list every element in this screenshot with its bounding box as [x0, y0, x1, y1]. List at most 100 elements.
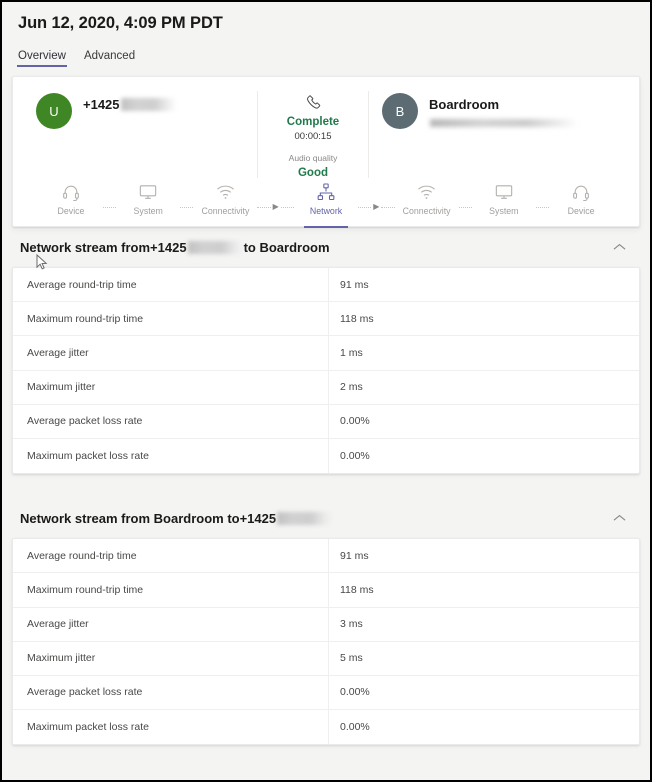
wifi-icon [416, 181, 437, 203]
headset-icon [61, 181, 81, 203]
stream-title-number: +1425 [150, 239, 187, 255]
flow-step-label: Connectivity [402, 206, 451, 216]
call-state: Complete [286, 116, 340, 128]
metric-value: 3 ms [340, 618, 363, 631]
stream-section-header[interactable]: Network stream from Boardroom to +1425 [12, 498, 640, 538]
call-summary-card: U +1425 Complete 00:00:15 Audio quality … [12, 76, 640, 228]
mouse-cursor [36, 253, 48, 276]
table-row: Average round-trip time 91 ms [13, 539, 639, 574]
metric-value: 2 ms [340, 381, 363, 394]
caller-number: +1425 [83, 97, 120, 112]
flow-arrow-icon: ▶ [373, 202, 380, 211]
flow-step-system-callee[interactable]: System [474, 181, 534, 228]
metric-label: Average round-trip time [13, 539, 329, 573]
chevron-up-icon[interactable] [613, 514, 626, 522]
table-row: Average jitter 1 ms [13, 336, 639, 371]
metric-label: Maximum round-trip time [13, 302, 329, 336]
metric-label: Maximum round-trip time [13, 573, 329, 607]
flow-step-connectivity-caller[interactable]: Connectivity [195, 181, 255, 228]
stream-metrics-table: Average round-trip time 91 ms Maximum ro… [12, 267, 640, 475]
metric-value: 0.00% [340, 686, 370, 699]
stream-title-redaction [187, 240, 244, 254]
app-window: Jun 12, 2020, 4:09 PM PDT Overview Advan… [0, 0, 652, 782]
flow-step-network[interactable]: Network [296, 181, 356, 228]
flow-step-label: Device [57, 206, 85, 216]
metric-value: 0.00% [340, 450, 370, 463]
table-row: Maximum round-trip time 118 ms [13, 302, 639, 337]
stream-title-prefix: Network stream from [20, 239, 151, 255]
metric-label: Maximum packet loss rate [13, 438, 329, 474]
stream-title-redaction [277, 511, 334, 525]
metric-label: Average jitter [13, 336, 329, 370]
flow-arrow-icon: ▶ [272, 202, 279, 211]
caller-details: +1425 [83, 91, 177, 112]
tab-advanced[interactable]: Advanced [84, 50, 135, 67]
caller-avatar: U [36, 93, 72, 129]
metric-label: Average packet loss rate [13, 675, 329, 710]
metric-label: Average packet loss rate [13, 404, 329, 438]
flow-connector [180, 207, 194, 208]
flow-connector [103, 207, 117, 208]
flow-step-connectivity-callee[interactable]: Connectivity [397, 181, 457, 228]
stream-section-inbound: Network stream from Boardroom to +1425 A… [12, 498, 640, 746]
metric-label: Average round-trip time [13, 268, 329, 302]
flow-connector [535, 207, 550, 208]
caller-name: +1425 [83, 97, 177, 112]
stream-metrics-table: Average round-trip time 91 ms Maximum ro… [12, 538, 640, 746]
metric-value: 1 ms [340, 346, 363, 359]
table-row: Maximum packet loss rate 0.00% [13, 438, 639, 474]
flow-step-device-caller[interactable]: Device [41, 181, 101, 228]
table-row: Maximum packet loss rate 0.00% [13, 710, 639, 745]
call-details-page: Jun 12, 2020, 4:09 PM PDT Overview Advan… [2, 2, 650, 780]
flow-step-label: Network [309, 206, 343, 216]
call-duration: 00:00:15 [294, 131, 332, 142]
flow-connector [358, 207, 372, 208]
headset-icon [571, 181, 591, 203]
metric-label: Maximum packet loss rate [13, 710, 329, 745]
metric-label: Maximum jitter [13, 370, 329, 404]
caller-party: U +1425 [13, 91, 257, 129]
caller-number-redaction [120, 98, 177, 111]
stream-section-title: Network stream from Boardroom to +1425 [20, 510, 334, 526]
flow-connector [280, 207, 295, 208]
stream-section-title: Network stream from +1425 to Boardroom [20, 240, 330, 255]
call-summary-parties: U +1425 Complete 00:00:15 Audio quality … [13, 77, 639, 179]
flow-step-label: Connectivity [201, 206, 250, 216]
callee-email-redaction [430, 119, 578, 128]
flow-connector [458, 207, 472, 208]
metric-value: 0.00% [340, 415, 370, 428]
stream-title-number: +1425 [239, 510, 277, 526]
tab-overview[interactable]: Overview [17, 50, 67, 67]
flow-step-label: System [489, 206, 519, 216]
stream-title-suffix: to Boardroom [243, 239, 330, 255]
metric-value: 91 ms [340, 278, 369, 291]
callee-avatar: B [382, 93, 418, 129]
table-row: Maximum round-trip time 118 ms [13, 573, 639, 608]
call-status-block: Complete 00:00:15 Audio quality Good [257, 91, 369, 179]
page-title: Jun 12, 2020, 4:09 PM PDT [18, 14, 223, 32]
flow-step-system-caller[interactable]: System [118, 181, 178, 228]
monitor-icon [494, 181, 514, 203]
metric-value: 118 ms [340, 312, 374, 325]
metric-value: 118 ms [340, 583, 374, 596]
flow-step-label: System [133, 206, 163, 216]
flow-connector [257, 207, 271, 208]
metric-value: 91 ms [340, 549, 369, 562]
table-row: Average packet loss rate 0.00% [13, 675, 639, 711]
table-row: Maximum jitter 2 ms [13, 370, 639, 405]
chevron-up-icon[interactable] [613, 243, 626, 251]
table-row: Maximum jitter 5 ms [13, 641, 639, 676]
stream-section-header[interactable]: Network stream from +1425 to Boardroom [12, 227, 640, 267]
tab-bar: Overview Advanced [10, 33, 642, 67]
flow-step-label: Device [567, 206, 595, 216]
flow-step-device-callee[interactable]: Device [551, 181, 611, 228]
stream-title-prefix: Network stream from Boardroom to [20, 510, 240, 526]
table-row: Average jitter 3 ms [13, 607, 639, 642]
call-path-flow: Device System Connectivity ▶ Network ▶ C… [13, 178, 639, 228]
callee-party: B Boardroom [369, 91, 616, 130]
metric-label: Maximum jitter [13, 641, 329, 675]
table-row: Average round-trip time 91 ms [13, 268, 639, 303]
callee-details: Boardroom [429, 91, 578, 130]
metric-label: Average jitter [13, 607, 329, 641]
